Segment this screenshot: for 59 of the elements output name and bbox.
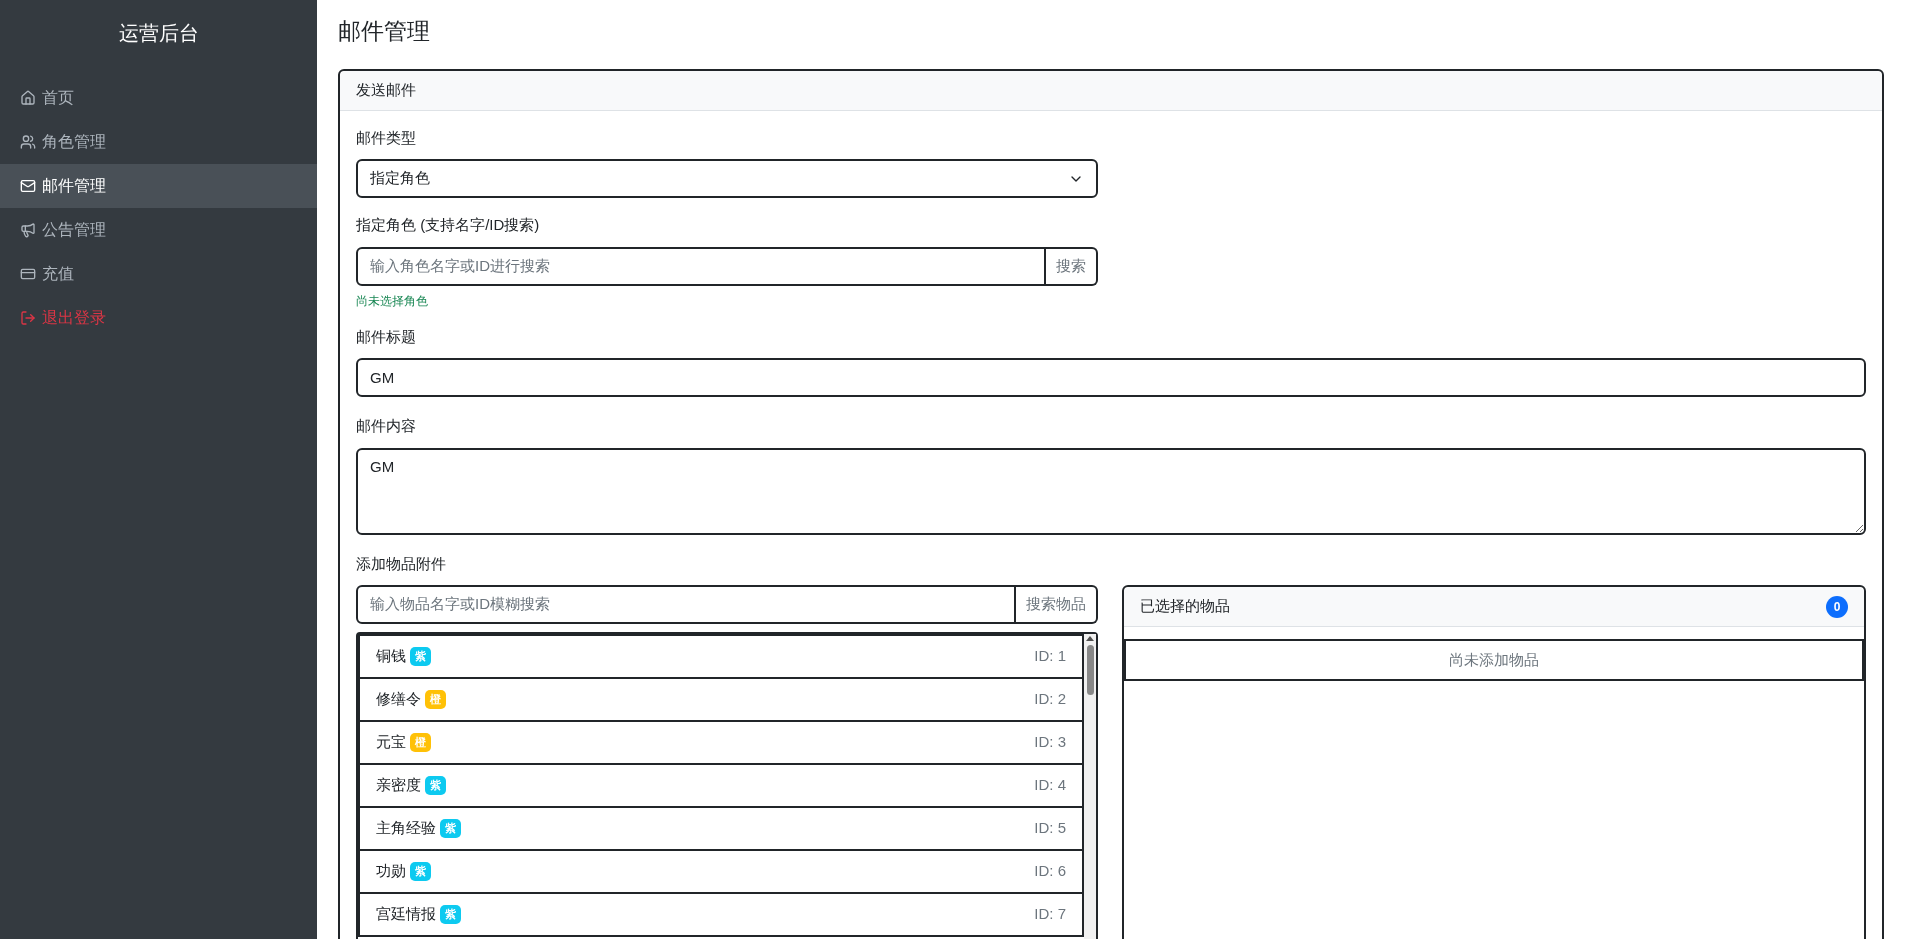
rarity-tag: 橙 (425, 690, 446, 709)
hint-text: 尚未选择角色 (356, 292, 429, 310)
field-label: 邮件内容 (356, 416, 417, 436)
item-name: 亲密度 (376, 775, 421, 796)
field-label: 邮件标题 (356, 326, 417, 347)
rarity-tag: 紫 (440, 819, 461, 838)
item-name: 修缮令 (376, 689, 421, 710)
panel-title: 已选择的物品 (1140, 596, 1230, 617)
card-header: 发送邮件 (340, 70, 1882, 111)
item-id: ID: 1 (1034, 646, 1066, 667)
item-id: ID: 7 (1034, 904, 1066, 925)
item-row[interactable]: 亲密度 紫 ID: 4 (358, 763, 1084, 808)
item-name: 宫廷情报 (376, 904, 436, 925)
nav-item[interactable]: 邮件管理 (0, 164, 317, 208)
item-id: ID: 6 (1034, 861, 1066, 882)
subject-field[interactable]: GM (356, 358, 1866, 397)
rarity-tag: 紫 (425, 776, 446, 795)
count-badge: 0 (1826, 595, 1848, 618)
content-field[interactable]: GM (356, 447, 1866, 535)
field-label: 指定角色 (支持名字/ID搜索) (356, 215, 541, 235)
item-id: ID: 4 (1034, 775, 1066, 796)
field-label: 邮件类型 (356, 127, 417, 148)
item-row[interactable]: 主角经验 紫 ID: 5 (358, 806, 1084, 851)
item-id: ID: 3 (1034, 732, 1066, 753)
mail-icon (20, 178, 36, 194)
item-row[interactable]: 修缮令 橙 ID: 2 (358, 677, 1084, 722)
megaphone-icon (20, 222, 36, 238)
search-button[interactable]: 搜索 (1046, 246, 1098, 286)
item-id: ID: 5 (1034, 818, 1066, 839)
item-name: 主角经验 (376, 818, 436, 839)
item-row[interactable]: 功勋 紫 ID: 6 (358, 849, 1084, 894)
nav-item[interactable]: 公告管理 (0, 208, 317, 252)
role-search-field[interactable]: 输入角色名字或ID进行搜索 (356, 246, 1046, 286)
item-name: 元宝 (376, 732, 406, 753)
mail-type-select[interactable]: 指定角色 (356, 159, 1098, 198)
nav-item[interactable]: 充值 (0, 252, 317, 296)
field-label: 添加物品附件 (356, 553, 447, 574)
rarity-tag: 紫 (440, 905, 461, 924)
empty-message: 尚未添加物品 (1124, 639, 1864, 681)
card-icon (20, 266, 36, 282)
item-name: 功勋 (376, 861, 406, 882)
rarity-tag: 紫 (410, 862, 431, 881)
nav-item[interactable]: 首页 (0, 76, 317, 120)
logout-icon (20, 310, 36, 326)
home-icon (20, 90, 36, 106)
nav-item[interactable]: 角色管理 (0, 120, 317, 164)
item-name: 铜钱 (376, 646, 406, 667)
item-search-field[interactable]: 输入物品名字或ID模糊搜索 (356, 585, 1016, 624)
item-row[interactable]: 宫廷情报 紫 ID: 7 (358, 892, 1084, 937)
users-icon (20, 134, 36, 150)
rarity-tag: 紫 (410, 647, 431, 666)
scrollbar[interactable] (1084, 634, 1096, 939)
search-items-button[interactable]: 搜索物品 (1016, 585, 1098, 624)
item-row[interactable]: 元宝 橙 ID: 3 (358, 720, 1084, 765)
item-row[interactable]: 铜钱 紫 ID: 1 (358, 634, 1084, 679)
item-id: ID: 2 (1034, 689, 1066, 710)
sidebar-title: 运营后台 (117, 21, 200, 46)
rarity-tag: 橙 (410, 733, 431, 752)
page-title: 邮件管理 (338, 17, 431, 46)
